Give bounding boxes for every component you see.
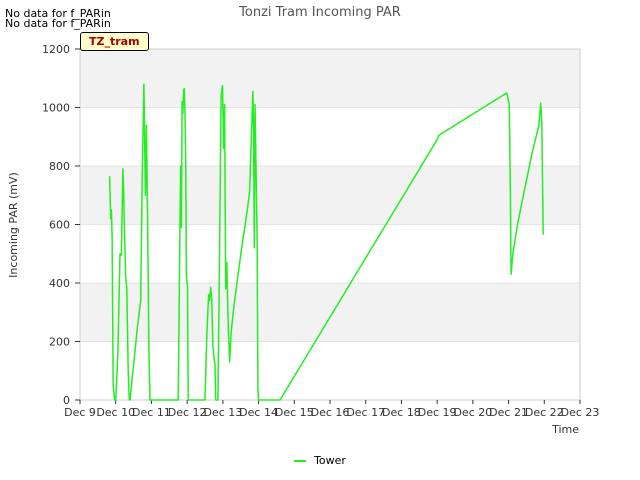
legend-label-tower: Tower [314,454,346,467]
legend-swatch-tower [294,460,307,462]
chart-canvas: Dec 9 Dec 10Dec 11Dec 12Dec 13Dec 14Dec 1… [7,5,599,436]
y-tick-label-1000: 1000 [42,102,70,115]
y-tick-label-1200: 1200 [42,43,70,56]
series-layer [108,83,544,401]
band-1000-1200 [80,49,580,108]
x-tick-label-0: Dec 9 [64,406,96,419]
x-tick-label-11: Dec 20 [453,406,492,419]
band-200-400 [80,283,580,342]
x-tick-label-3: Dec 12 [168,406,207,419]
y-axis-ticks: 0 200 400 600 800 1000 1200 [42,43,80,407]
band-600-800 [80,166,580,225]
y-tick-label-0: 0 [63,394,70,407]
x-tick-label-9: Dec 18 [382,406,421,419]
x-tick-label-12: Dec 21 [489,406,528,419]
plot-background-bands [80,49,580,342]
x-tick-label-5: Dec 14 [239,406,278,419]
x-tick-label-14: Dec 23 [561,406,600,419]
x-axis-ticks: Dec 9 Dec 10Dec 11Dec 12Dec 13Dec 14Dec 1… [64,400,599,419]
y-axis-title: Incoming PAR (mV) [7,172,20,278]
y-tick-label-400: 400 [49,277,70,290]
x-tick-label-4: Dec 13 [203,406,242,419]
site-tag-badge: TZ_tram [80,32,149,51]
x-tick-label-8: Dec 17 [346,406,385,419]
y-tick-label-800: 800 [49,160,70,173]
x-tick-label-10: Dec 19 [418,406,457,419]
x-tick-label-6: Dec 15 [275,406,314,419]
x-tick-label-2: Dec 11 [132,406,171,419]
y-tick-label-600: 600 [49,219,70,232]
series-line-tower [108,83,544,401]
x-tick-label-1: Dec 10 [96,406,135,419]
x-tick-label-7: Dec 16 [311,406,350,419]
legend: Tower [0,454,640,467]
y-tick-label-200: 200 [49,336,70,349]
chart-title: Tonzi Tram Incoming PAR [238,5,401,20]
x-tick-label-13: Dec 22 [525,406,564,419]
x-axis-title: Time [551,423,579,436]
